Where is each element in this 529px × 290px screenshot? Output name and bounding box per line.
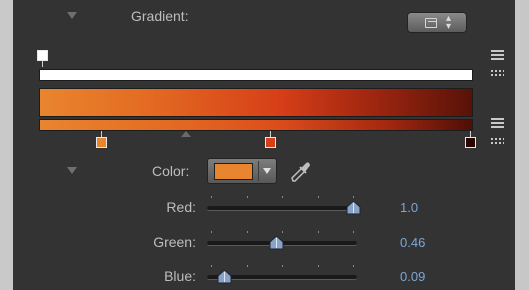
color-stop-handle-3[interactable] <box>465 137 476 148</box>
color-disclosure-triangle-icon[interactable] <box>67 167 77 174</box>
slider-knob-green[interactable] <box>269 236 284 250</box>
color-stops-dotted-icon[interactable] <box>491 138 504 146</box>
slider-tick <box>246 196 248 198</box>
slider-label-blue: Blue: <box>164 268 196 284</box>
right-margin <box>515 0 529 290</box>
slider-knob-red[interactable] <box>346 201 361 215</box>
opacity-stops-dotted-icon[interactable] <box>491 70 504 78</box>
color-gradient-bar[interactable] <box>39 119 473 131</box>
popup-arrows-icon: ▴ ▾ <box>446 13 452 32</box>
color-swatch-button[interactable] <box>207 158 277 184</box>
slider-knob-blue[interactable] <box>217 270 232 284</box>
color-stop-handle-1[interactable] <box>96 137 107 148</box>
opacity-stops-menu-icon[interactable] <box>491 50 504 62</box>
gradient-label: Gradient: <box>131 8 189 24</box>
gradient-preset-popup-button[interactable]: ▴ ▾ <box>407 12 467 33</box>
slider-value-red[interactable]: 1.0 <box>400 200 418 215</box>
slider-tick <box>282 265 283 267</box>
slider-tick <box>246 265 248 267</box>
slider-tick <box>317 231 319 233</box>
slider-tick <box>282 196 283 198</box>
slider-tick <box>353 265 354 267</box>
slider-tick <box>353 196 354 198</box>
gradient-preset-icon-overlay <box>428 21 437 28</box>
swatch-divider <box>258 161 259 181</box>
gradient-inspector: Gradient: ▴ ▾ Color: Red: 1.0 Green: 0.4… <box>0 0 529 290</box>
slider-tick <box>317 265 319 267</box>
slider-label-red: Red: <box>166 199 196 215</box>
opacity-stop-handle[interactable] <box>37 50 48 61</box>
color-stops-menu-icon[interactable] <box>491 118 504 130</box>
gradient-disclosure-triangle-icon[interactable] <box>67 12 77 19</box>
slider-value-blue[interactable]: 0.09 <box>400 269 425 284</box>
slider-tick <box>211 231 212 233</box>
slider-tick <box>246 231 248 233</box>
slider-track-red[interactable] <box>207 206 357 211</box>
left-margin <box>0 0 13 290</box>
color-label: Color: <box>152 163 190 179</box>
slider-tick <box>317 196 319 198</box>
opacity-stop-stem <box>42 61 43 67</box>
color-swatch[interactable] <box>214 163 253 180</box>
eyedropper-icon[interactable] <box>289 160 311 184</box>
chevron-down-icon[interactable] <box>263 168 271 174</box>
opacity-gradient-bar[interactable] <box>39 69 473 81</box>
slider-tick <box>353 231 354 233</box>
midpoint-handle-icon[interactable] <box>181 131 191 137</box>
slider-tick <box>282 231 283 233</box>
slider-label-green: Green: <box>153 234 196 250</box>
color-stop-handle-2[interactable] <box>265 137 276 148</box>
gradient-preview <box>39 88 473 117</box>
slider-value-green[interactable]: 0.46 <box>400 235 425 250</box>
slider-tick <box>211 196 212 198</box>
slider-tick <box>211 265 212 267</box>
inspector-panel <box>13 0 515 290</box>
